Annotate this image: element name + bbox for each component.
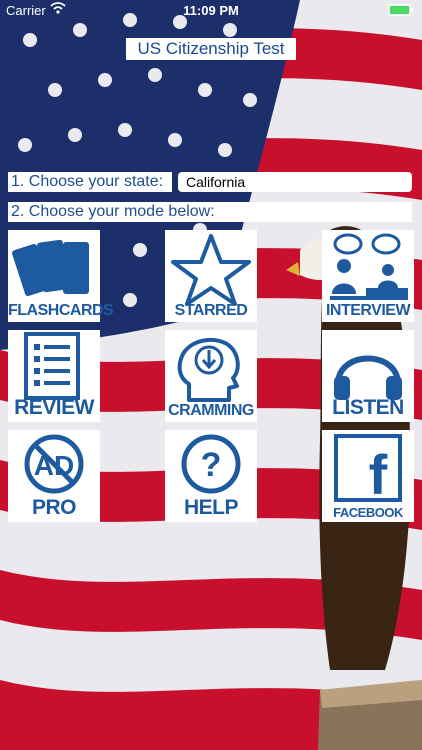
pro-label: PRO (31, 496, 77, 519)
starred-button[interactable]: STARRED (165, 230, 257, 322)
listen-label: LISTEN (332, 396, 404, 419)
starred-label: STARRED (174, 302, 248, 319)
facebook-label: FACEBOOK (333, 505, 403, 520)
flashcards-label: FLASHCARDS (8, 302, 114, 319)
battery-icon (388, 4, 413, 16)
help-button[interactable]: ? HELP (165, 430, 257, 522)
status-bar: Carrier 11:09 PM (0, 0, 422, 22)
state-selector[interactable]: California (178, 172, 412, 192)
app-title: US Citizenship Test (126, 38, 296, 60)
interview-label: INTERVIEW (325, 302, 411, 319)
pro-button[interactable]: AD PRO (8, 430, 100, 522)
flashcards-button[interactable]: FLASHCARDS (8, 230, 114, 322)
help-label: HELP (183, 496, 239, 519)
clock: 11:09 PM (183, 3, 239, 18)
state-label: 1. Choose your state: (8, 172, 172, 192)
facebook-button[interactable]: f FACEBOOK (322, 430, 414, 522)
cramming-button[interactable]: CRAMMING (165, 330, 257, 422)
review-button[interactable]: REVIEW (8, 330, 100, 422)
facebook-glyph: f (369, 443, 388, 506)
interview-button[interactable]: INTERVIEW (322, 230, 414, 322)
cramming-label: CRAMMING (168, 402, 254, 419)
help-glyph: ? (201, 446, 222, 484)
mode-label: 2. Choose your mode below: (8, 202, 412, 222)
listen-button[interactable]: LISTEN (322, 330, 414, 422)
review-label: REVIEW (14, 396, 94, 419)
